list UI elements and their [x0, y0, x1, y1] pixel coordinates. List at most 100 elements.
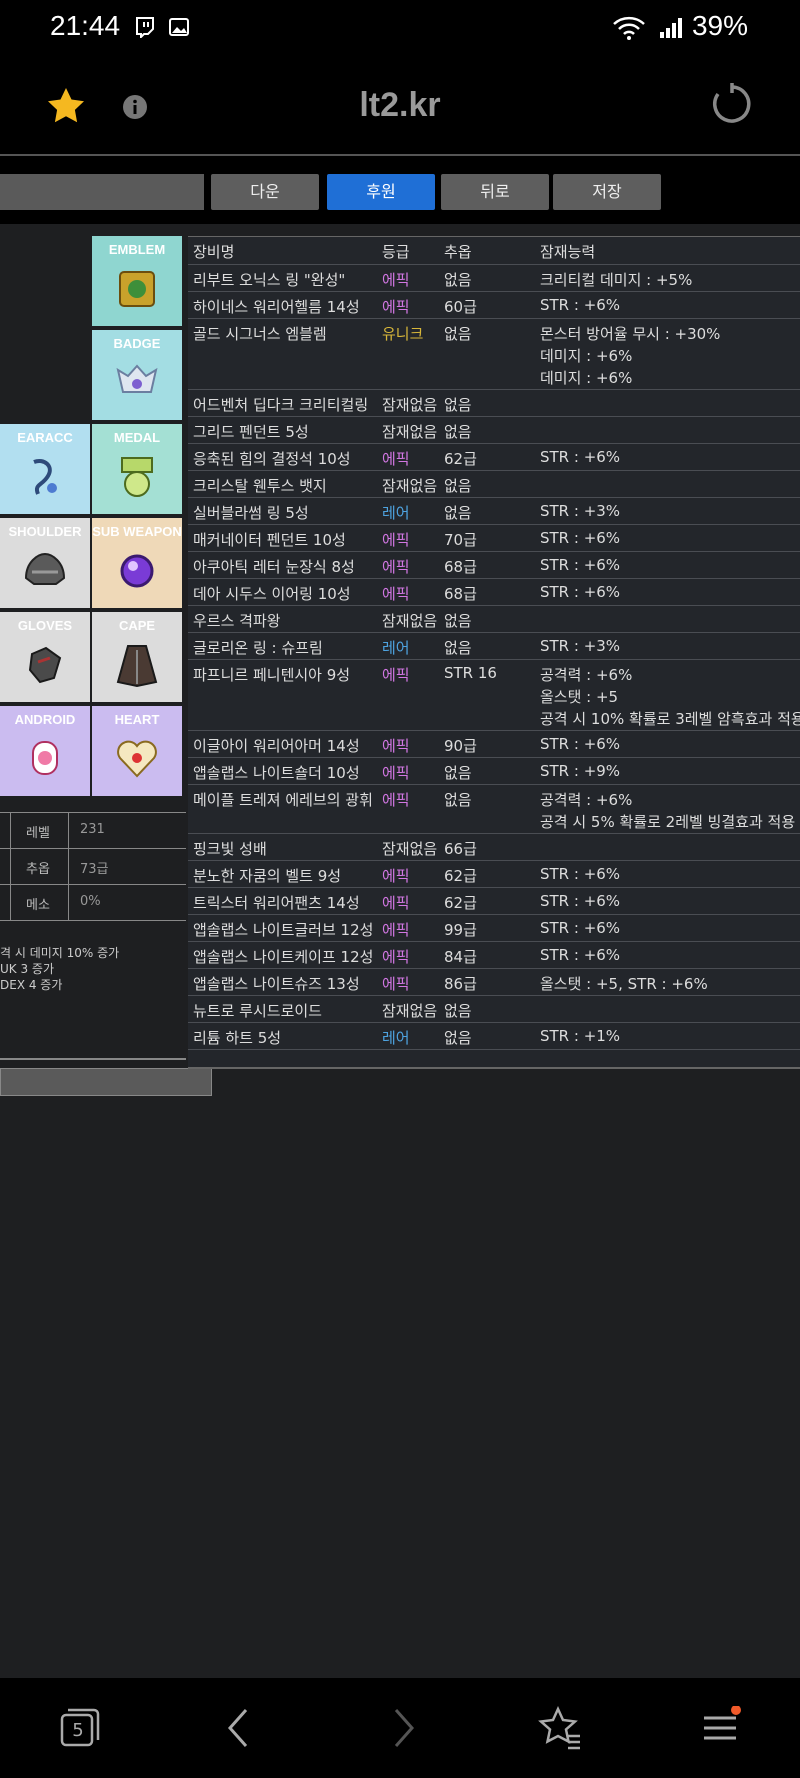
- menu-icon[interactable]: [698, 1705, 742, 1750]
- medal-icon: [121, 457, 153, 497]
- slot-label: EMBLEM: [108, 242, 166, 257]
- search-field[interactable]: [0, 174, 204, 210]
- cell-extra: 없음: [444, 639, 472, 657]
- cell-grade: 에픽: [382, 791, 410, 809]
- slot-label: SHOULDER: [8, 524, 82, 539]
- table-row: 이글아이 워리어아머 14성 에픽 90급 STR : +6%: [188, 731, 800, 758]
- stat-row-extra: 추옵 73급: [0, 848, 186, 885]
- cell-extra: 없음: [444, 325, 472, 343]
- cell-extra: 없음: [444, 271, 472, 289]
- slot-label: HEART: [114, 712, 160, 727]
- sponsor-button[interactable]: 후원: [327, 174, 435, 210]
- table-row: 리부트 오닉스 링 "완성" 에픽 없음 크리티컬 데미지 : +5%: [188, 265, 800, 292]
- cell-potential: STR : +6%: [540, 529, 620, 551]
- potential-line: STR : +9%: [540, 762, 621, 780]
- stat-label: 레벨: [26, 826, 50, 841]
- url-display[interactable]: lt2.kr: [0, 86, 800, 125]
- table-row: 글로리온 링 : 슈프림 레어 없음 STR : +3%: [188, 633, 800, 660]
- cell-name: 이글아이 워리어아머 14성: [193, 737, 360, 755]
- potential-line: 올스탯 : +5: [540, 688, 619, 706]
- cell-extra: 없음: [444, 396, 472, 414]
- cell-grade: 에픽: [382, 764, 410, 782]
- table-row: 뉴트로 루시드로이드 잠재없음 없음: [188, 996, 800, 1023]
- cell-name: 분노한 자쿰의 벨트 9성: [193, 867, 342, 885]
- cell-potential: 올스탯 : +5, STR : +6%: [540, 973, 708, 995]
- stat-value: 231: [80, 822, 105, 837]
- potential-line: STR : +6%: [540, 892, 621, 910]
- cell-potential: 공격력 : +6% 공격 시 5% 확률로 2레벨 빙결효과 적용: [540, 789, 795, 833]
- potential-line: 크리티컬 데미지 : +5%: [540, 271, 693, 289]
- cell-potential: STR : +9%: [540, 762, 620, 784]
- set-bonus-line: DEX 4 증가: [0, 978, 63, 992]
- sub-weapon-icon: [120, 554, 154, 588]
- table-row: 매커네이터 펜던트 10성 에픽 70급 STR : +6%: [188, 525, 800, 552]
- cell-grade: 잠재없음: [382, 1002, 438, 1020]
- table-row: 앱솔랩스 나이트슈즈 13성 에픽 86급 올스탯 : +5, STR : +6%: [188, 969, 800, 996]
- back-arrow-icon[interactable]: [218, 1706, 262, 1750]
- forward-arrow-icon[interactable]: [380, 1706, 424, 1750]
- slot-earacc[interactable]: EARACC: [0, 424, 90, 514]
- wifi-icon: [612, 16, 646, 40]
- potential-line: STR : +6%: [540, 946, 621, 964]
- cell-name: 그리드 펜던트 5성: [193, 423, 309, 441]
- potential-line: 공격력 : +6%: [540, 791, 633, 809]
- potential-line: STR : +1%: [540, 1027, 621, 1045]
- potential-line: 올스탯 : +5, STR : +6%: [540, 975, 708, 993]
- cell-name: 매커네이터 펜던트 10성: [193, 531, 346, 549]
- save-button[interactable]: 저장: [553, 174, 661, 210]
- slot-medal[interactable]: MEDAL: [92, 424, 182, 514]
- download-button[interactable]: 다운: [211, 174, 319, 210]
- potential-line: 공격력 : +6%: [540, 666, 633, 684]
- cell-name: 파프니르 페니텐시아 9성: [193, 666, 351, 684]
- cell-name: 응축된 힘의 결정석 10성: [193, 450, 351, 468]
- cell-potential: STR : +6%: [540, 865, 620, 887]
- cell-grade: 에픽: [382, 894, 410, 912]
- slot-emblem[interactable]: EMBLEM: [92, 236, 182, 326]
- reload-icon[interactable]: [710, 82, 754, 130]
- table-row: 데아 시두스 이어링 10성 에픽 68급 STR : +6%: [188, 579, 800, 606]
- cell-name: 앱솔랩스 나이트슈즈 13성: [193, 975, 360, 993]
- slot-cape[interactable]: CAPE: [92, 612, 182, 702]
- cell-grade: 레어: [382, 1029, 410, 1047]
- slot-badge[interactable]: BADGE: [92, 330, 182, 420]
- cell-potential: 공격력 : +6% 올스탯 : +5 공격 시 10% 확률로 3레벨 암흑효과 적…: [540, 664, 800, 730]
- slot-heart[interactable]: HEART: [92, 706, 182, 796]
- slot-sub-weapon[interactable]: SUB WEAPON: [92, 518, 182, 608]
- badge-icon: [116, 364, 158, 393]
- cell-name: 아쿠아틱 레터 눈장식 8성: [193, 558, 355, 576]
- cell-potential: STR : +6%: [540, 556, 620, 578]
- cell-extra: 60급: [444, 298, 477, 316]
- cell-extra: 없음: [444, 504, 472, 522]
- cell-grade: 유니크: [382, 325, 424, 343]
- tab-count: 5: [72, 1720, 84, 1741]
- bookmarks-icon[interactable]: [538, 1705, 582, 1750]
- table-row: 앱솔랩스 나이트케이프 12성 에픽 84급 STR : +6%: [188, 942, 800, 969]
- back-button[interactable]: 뒤로: [441, 174, 549, 210]
- twitch-icon: [134, 16, 156, 40]
- shoulder-icon: [24, 552, 66, 585]
- potential-line: STR : +6%: [540, 919, 621, 937]
- action-bar: 다운 후원 뒤로 저장: [0, 156, 800, 224]
- slot-android[interactable]: ANDROID: [0, 706, 90, 796]
- potential-line: STR : +6%: [540, 448, 621, 466]
- cell-name: 앱솔랩스 나이트숄더 10성: [193, 764, 360, 782]
- cell-extra: 62급: [444, 867, 477, 885]
- cell-name: 어드벤처 딥다크 크리티컬링: [193, 396, 369, 414]
- cell-grade: 에픽: [382, 921, 410, 939]
- cell-name: 핑크빛 성배: [193, 840, 267, 858]
- signal-icon: [658, 16, 684, 38]
- slot-label: ANDROID: [14, 712, 76, 727]
- slot-shoulder[interactable]: SHOULDER: [0, 518, 90, 608]
- cell-potential: STR : +6%: [540, 583, 620, 605]
- stat-row-meso: 메소 0%: [0, 884, 186, 921]
- tabs-icon[interactable]: 5: [58, 1706, 102, 1750]
- earring-icon: [33, 459, 57, 495]
- table-row: 골드 시그너스 엠블렘 유니크 없음 몬스터 방어율 무시 : +30% 데미지 : +…: [188, 319, 800, 390]
- cell-extra: 99급: [444, 921, 477, 939]
- cell-potential: 크리티컬 데미지 : +5%: [540, 269, 692, 291]
- clock: 21:44: [50, 10, 121, 41]
- cell-grade: 에픽: [382, 867, 410, 885]
- cell-grade: 잠재없음: [382, 840, 438, 858]
- cell-extra: 84급: [444, 948, 477, 966]
- slot-gloves[interactable]: GLOVES: [0, 612, 90, 702]
